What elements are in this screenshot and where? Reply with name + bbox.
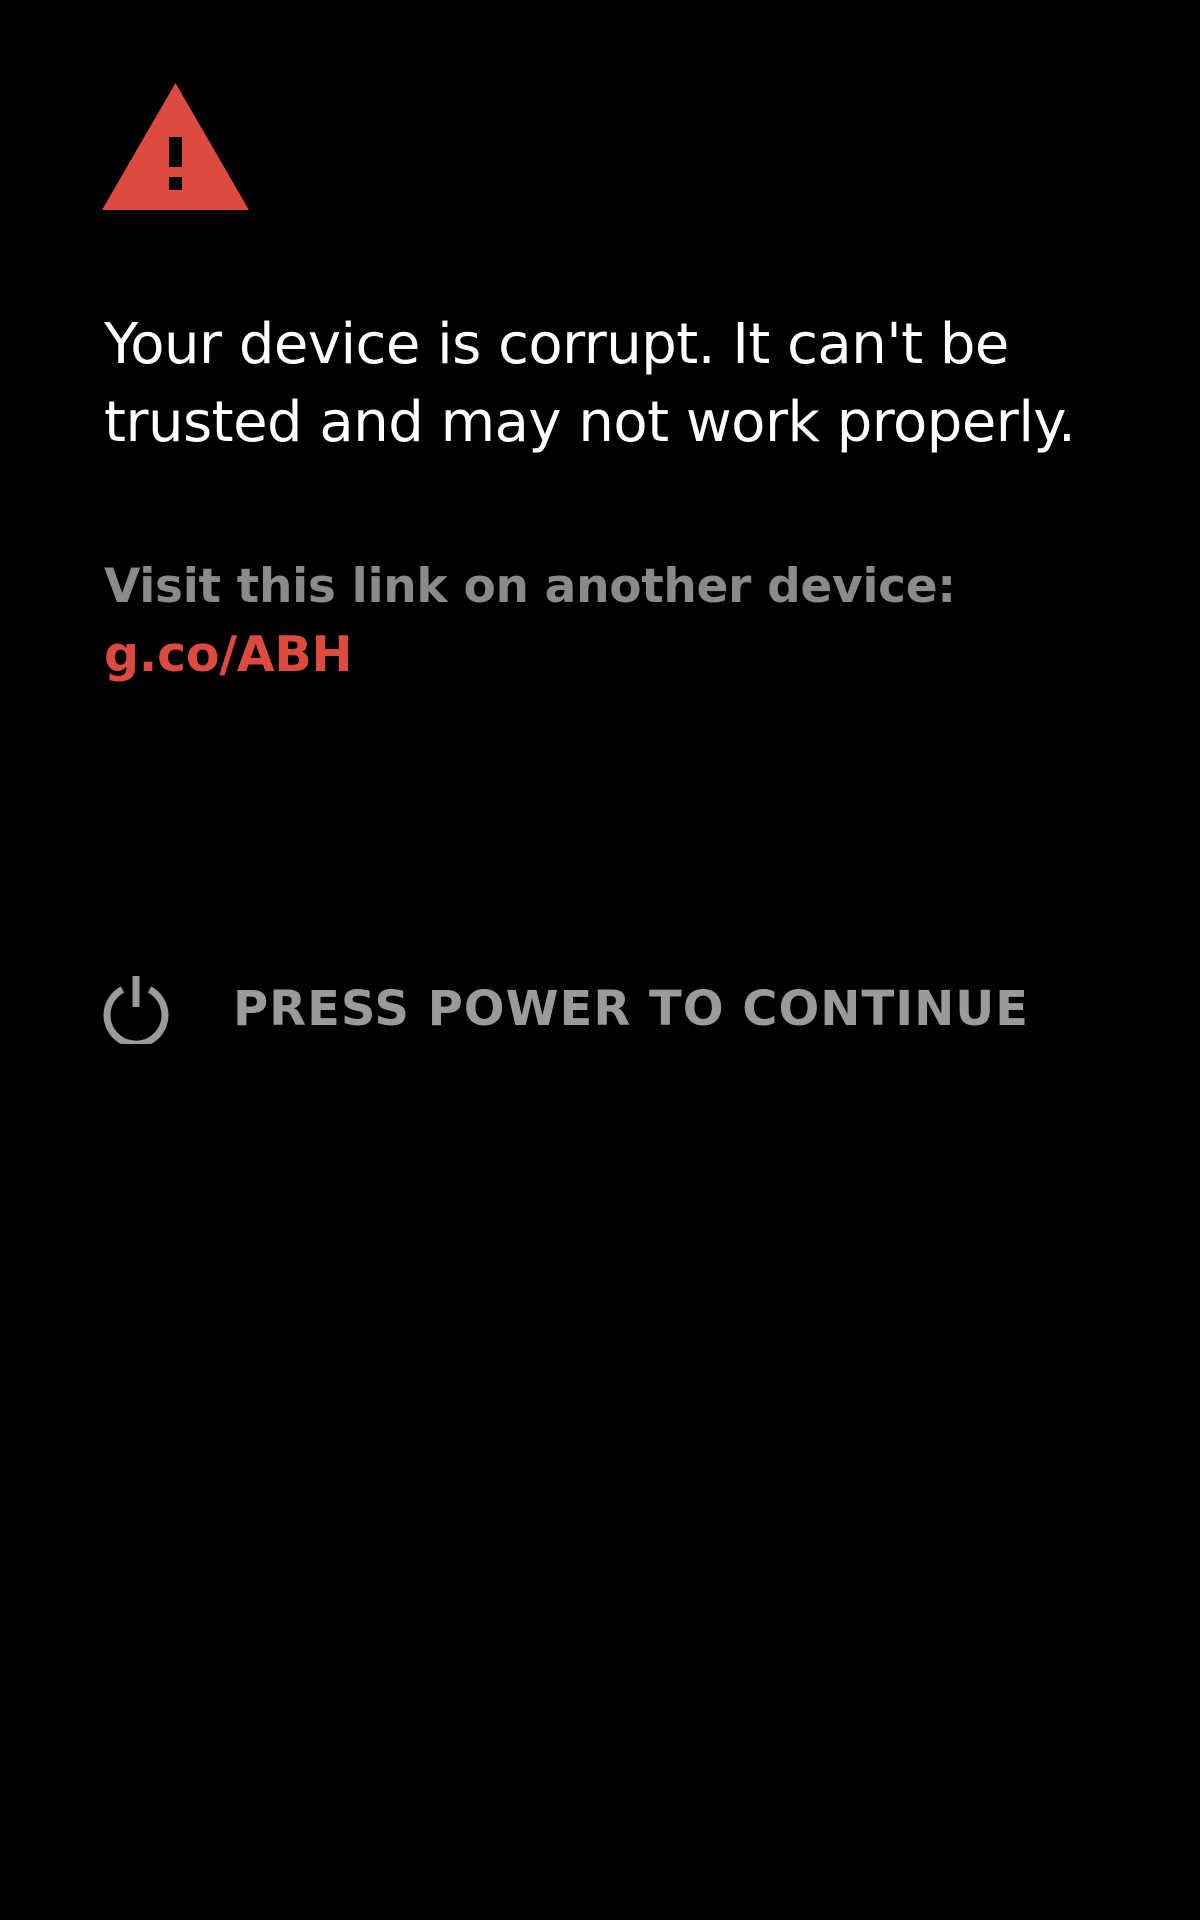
warning-triangle-icon — [102, 83, 249, 210]
help-link-section: Visit this link on another device: g.co/… — [104, 553, 1164, 689]
press-power-prompt: PRESS POWER TO CONTINUE — [102, 972, 1162, 1046]
corruption-warning-message: Your device is corrupt. It can't be trus… — [104, 312, 1076, 455]
help-link[interactable]: g.co/ABH — [104, 621, 1164, 689]
visit-link-label: Visit this link on another device: — [104, 559, 956, 614]
press-power-label: PRESS POWER TO CONTINUE — [233, 981, 1030, 1037]
power-icon — [103, 976, 169, 1044]
